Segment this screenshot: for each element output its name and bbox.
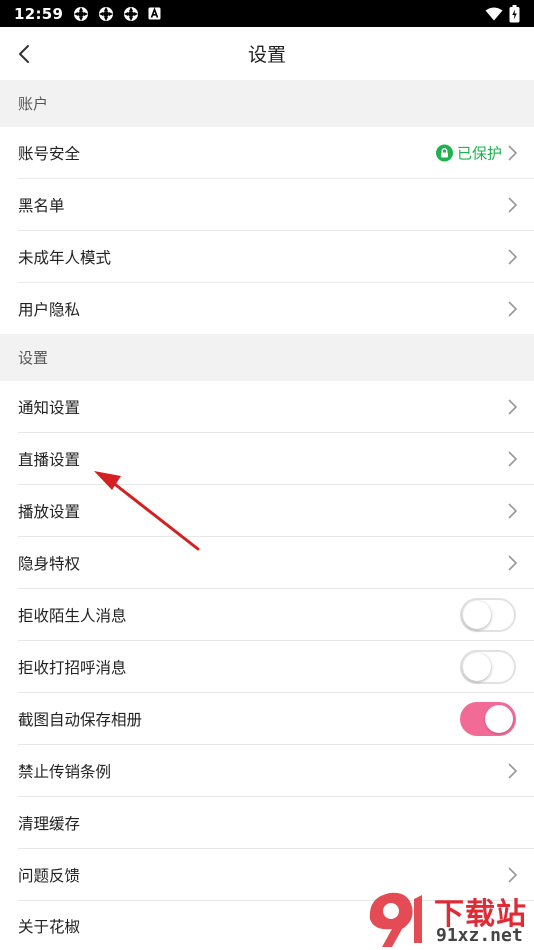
toggle-knob xyxy=(485,705,513,733)
row-user-privacy[interactable]: 用户隐私 xyxy=(0,283,534,334)
top-bar: 设置 xyxy=(0,27,534,80)
section-label: 账户 xyxy=(18,95,49,113)
chevron-right-icon xyxy=(508,249,518,265)
row-label: 用户隐私 xyxy=(18,300,81,319)
chevron-right-icon xyxy=(508,503,518,519)
chevron-right-icon xyxy=(508,763,518,779)
chevron-right-icon xyxy=(508,145,518,161)
chevron-right-icon xyxy=(508,399,518,415)
notification-icon xyxy=(124,6,139,21)
chevron-right-icon xyxy=(508,451,518,467)
lock-icon xyxy=(435,144,453,162)
reject-stranger-messages-toggle[interactable] xyxy=(460,598,516,632)
reject-greeting-messages-toggle[interactable] xyxy=(460,650,516,684)
notification-icon xyxy=(74,6,89,21)
row-label: 拒收陌生人消息 xyxy=(18,607,127,625)
back-button[interactable] xyxy=(10,40,38,68)
row-label: 问题反馈 xyxy=(18,867,81,885)
notification-icons xyxy=(73,6,161,22)
auto-save-screenshots-toggle[interactable] xyxy=(460,702,516,736)
row-auto-save-screenshots: 截图自动保存相册 xyxy=(0,693,534,745)
row-label: 黑名单 xyxy=(18,197,65,215)
row-label: 关于花椒 xyxy=(18,917,81,936)
toggle-knob xyxy=(463,601,491,629)
row-minor-mode[interactable]: 未成年人模式 xyxy=(0,231,534,283)
wifi-icon xyxy=(485,7,503,20)
row-reject-greeting-messages: 拒收打招呼消息 xyxy=(0,641,534,693)
page-title: 设置 xyxy=(247,44,286,66)
row-playback-settings[interactable]: 播放设置 xyxy=(0,485,534,537)
row-label: 禁止传销条例 xyxy=(18,763,112,781)
watermark: 下载站 91xz.net xyxy=(362,885,534,950)
chevron-right-icon xyxy=(508,867,518,883)
notification-icon xyxy=(99,6,114,21)
protection-status: 已保护 xyxy=(435,143,502,164)
row-label: 截图自动保存相册 xyxy=(18,711,143,729)
chevron-right-icon xyxy=(508,300,518,317)
row-label: 隐身特权 xyxy=(18,555,81,573)
site-logo-icon xyxy=(369,892,422,947)
row-stealth-privilege[interactable]: 隐身特权 xyxy=(0,537,534,589)
system-icons xyxy=(485,4,520,23)
chevron-left-icon xyxy=(19,45,29,63)
chevron-right-icon xyxy=(508,197,518,213)
row-label: 未成年人模式 xyxy=(18,249,112,267)
app-a-icon xyxy=(148,7,161,20)
watermark-site: 91xz.net xyxy=(436,925,523,946)
battery-icon xyxy=(509,4,520,22)
row-reject-stranger-messages: 拒收陌生人消息 xyxy=(0,589,534,641)
row-account-security[interactable]: 账号安全 已保护 xyxy=(0,127,534,179)
row-label: 账号安全 xyxy=(18,145,81,163)
toggle-knob xyxy=(463,653,491,681)
row-live-settings[interactable]: 直播设置 xyxy=(0,433,534,485)
chevron-right-icon xyxy=(508,555,518,571)
row-label: 通知设置 xyxy=(18,399,81,417)
status-bar: 12:59 xyxy=(0,0,534,27)
section-header-settings: 设置 xyxy=(0,334,534,381)
status-time: 12:59 xyxy=(14,4,64,23)
row-label: 直播设置 xyxy=(18,451,81,469)
row-anti-pyramid-rules[interactable]: 禁止传销条例 xyxy=(0,745,534,797)
status-text: 已保护 xyxy=(456,144,502,163)
row-notification-settings[interactable]: 通知设置 xyxy=(0,381,534,433)
row-clear-cache[interactable]: 清理缓存 xyxy=(0,797,534,849)
row-blacklist[interactable]: 黑名单 xyxy=(0,179,534,231)
row-label: 拒收打招呼消息 xyxy=(18,659,127,677)
row-label: 清理缓存 xyxy=(18,815,81,833)
row-label: 播放设置 xyxy=(18,503,81,521)
section-label: 设置 xyxy=(18,349,49,367)
section-header-account: 账户 xyxy=(0,80,534,127)
